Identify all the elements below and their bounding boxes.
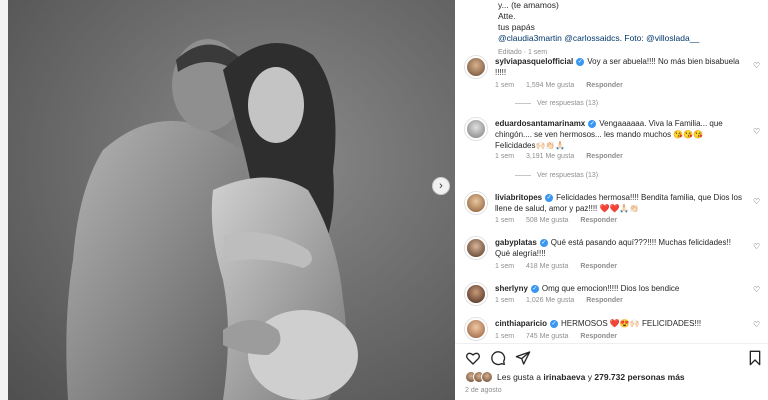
avatar[interactable] bbox=[465, 237, 487, 259]
comment-time: 1 sem bbox=[495, 82, 515, 89]
comment-username[interactable]: sylviapasquelofficial bbox=[495, 57, 573, 66]
avatar[interactable] bbox=[465, 192, 487, 214]
comment-time: 1 sem bbox=[495, 333, 515, 340]
verified-icon: ✓ bbox=[545, 193, 554, 202]
comment-body: sherlyny ✓ Omg que emocion!!!!! Dios los b… bbox=[495, 283, 745, 294]
heart-icon[interactable]: ♡ bbox=[753, 321, 761, 329]
liker-avatar bbox=[481, 371, 493, 383]
comment-text: HERMOSOS ❤️😍🙌🏻 FELICIDADES!!! bbox=[561, 319, 702, 328]
comment-text: Omg que emocion!!!!! Dios los bendice bbox=[541, 284, 680, 293]
comments-panel: y... (te amamos) Atte. tus papás @claudi… bbox=[455, 0, 768, 400]
reply-button[interactable]: Responder bbox=[586, 297, 623, 304]
verified-icon: ✓ bbox=[576, 57, 585, 66]
comment-body: gabyplatas ✓ Qué está pasando aquí???!!!! … bbox=[495, 237, 745, 259]
verified-icon: ✓ bbox=[588, 119, 597, 128]
bookmark-icon[interactable] bbox=[747, 350, 763, 366]
comment-meta: 1 sem 1,026 Me gusta Responder bbox=[495, 297, 633, 304]
comment-likes[interactable]: 1,594 Me gusta bbox=[526, 82, 574, 89]
reply-button[interactable]: Responder bbox=[580, 263, 617, 270]
chevron-right-icon[interactable]: › bbox=[432, 177, 450, 195]
comment-meta: 1 sem 418 Me gusta Responder bbox=[495, 263, 627, 270]
reply-button[interactable]: Responder bbox=[586, 82, 623, 89]
likes-user[interactable]: irinabaeva bbox=[543, 372, 585, 382]
likes-summary[interactable]: Les gusta a irinabaeva y 279.732 persona… bbox=[465, 370, 685, 384]
reply-button[interactable]: Responder bbox=[580, 333, 617, 340]
comment-body: cinthiaparicio ✓ HERMOSOS ❤️😍🙌🏻 FELICIDADE… bbox=[495, 318, 745, 329]
view-replies-button[interactable]: Ver respuestas (13) bbox=[515, 172, 598, 179]
comment-time: 1 sem bbox=[495, 153, 515, 160]
heart-icon[interactable]: ♡ bbox=[753, 62, 761, 70]
comment-username[interactable]: liviabritopes bbox=[495, 193, 542, 202]
comment-time: 1 sem bbox=[495, 263, 515, 270]
photo-illustration bbox=[66, 39, 358, 400]
likes-middle: y bbox=[587, 372, 593, 382]
verified-icon: ✓ bbox=[539, 238, 548, 247]
reply-button[interactable]: Responder bbox=[580, 217, 617, 224]
comment-body: eduardosantamarinamx ✓ Vengaaaaaa. Viva la… bbox=[495, 118, 745, 151]
caption-tags[interactable]: @claudia3martin @carlossaidcs. Foto: @vi… bbox=[498, 33, 758, 44]
comment-likes[interactable]: 418 Me gusta bbox=[526, 263, 568, 270]
heart-icon[interactable] bbox=[465, 350, 481, 366]
comment-username[interactable]: gabyplatas bbox=[495, 238, 537, 247]
comment-username[interactable]: sherlyny bbox=[495, 284, 528, 293]
likes-prefix: Les gusta a bbox=[497, 372, 541, 382]
verified-icon: ✓ bbox=[530, 284, 539, 293]
comment-username[interactable]: cinthiaparicio bbox=[495, 319, 547, 328]
avatar[interactable] bbox=[465, 56, 487, 78]
avatar[interactable] bbox=[465, 283, 487, 305]
comment-meta: 1 sem 745 Me gusta Responder bbox=[495, 333, 627, 340]
post-date: 2 de agosto bbox=[465, 387, 502, 394]
post-actions bbox=[455, 343, 768, 369]
view-replies-button[interactable]: Ver respuestas (13) bbox=[515, 100, 598, 107]
verified-icon: ✓ bbox=[550, 319, 559, 328]
comment-likes[interactable]: 3,191 Me gusta bbox=[526, 153, 574, 160]
comment-username[interactable]: eduardosantamarinamx bbox=[495, 119, 585, 128]
comment-body: liviabritopes ✓ Felicidades hermosa!!!! Be… bbox=[495, 192, 745, 214]
left-background-strip bbox=[0, 0, 8, 400]
view-replies-label: Ver respuestas (13) bbox=[537, 172, 599, 179]
reply-button[interactable]: Responder bbox=[586, 153, 623, 160]
heart-icon[interactable]: ♡ bbox=[753, 286, 761, 294]
comment-likes[interactable]: 1,026 Me gusta bbox=[526, 297, 574, 304]
comment-meta: 1 sem 3,191 Me gusta Responder bbox=[495, 153, 633, 160]
caption-line: tus papás bbox=[498, 22, 535, 32]
likes-count[interactable]: 279.732 personas más bbox=[594, 372, 684, 382]
comment-time: 1 sem bbox=[495, 297, 515, 304]
caption-line: Atte. bbox=[498, 11, 516, 21]
avatar[interactable] bbox=[465, 118, 487, 140]
comment-icon[interactable] bbox=[490, 350, 506, 366]
comment-likes[interactable]: 745 Me gusta bbox=[526, 333, 568, 340]
comment-likes[interactable]: 508 Me gusta bbox=[526, 217, 568, 224]
heart-icon[interactable]: ♡ bbox=[753, 243, 761, 251]
caption-line: y... (te amamos) bbox=[498, 0, 559, 10]
post-photo bbox=[8, 0, 455, 400]
caption: y... (te amamos) Atte. tus papás @claudi… bbox=[498, 0, 758, 58]
heart-icon[interactable]: ♡ bbox=[753, 198, 761, 206]
share-icon[interactable] bbox=[515, 350, 531, 366]
avatar[interactable] bbox=[465, 318, 487, 340]
comment-time: 1 sem bbox=[495, 217, 515, 224]
comment-body: sylviapasquelofficial ✓ Voy a ser abuela!!… bbox=[495, 56, 745, 78]
heart-icon[interactable]: ♡ bbox=[753, 128, 761, 136]
view-replies-label: Ver respuestas (13) bbox=[537, 100, 599, 107]
comment-meta: 1 sem 508 Me gusta Responder bbox=[495, 217, 627, 224]
comment-meta: 1 sem 1,594 Me gusta Responder bbox=[495, 82, 633, 89]
